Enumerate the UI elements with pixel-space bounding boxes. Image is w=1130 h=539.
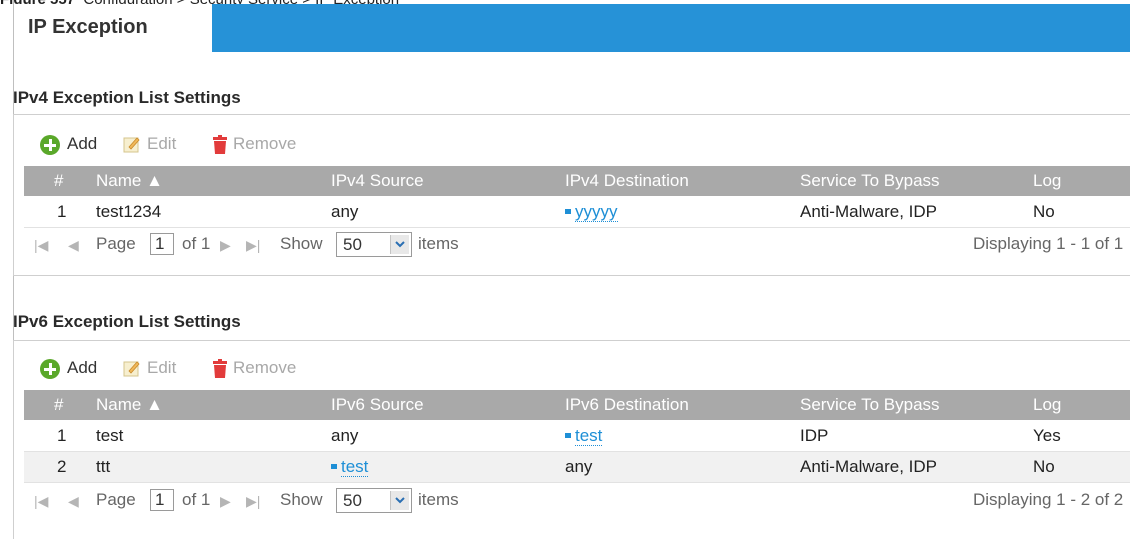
- destination-link[interactable]: test: [575, 426, 603, 446]
- next-page-icon[interactable]: ▶: [220, 493, 231, 510]
- ipv4-add-label: Add: [67, 134, 98, 153]
- col-service-to-bypass[interactable]: Service To Bypass: [800, 395, 940, 415]
- col-service-to-bypass[interactable]: Service To Bypass: [800, 171, 940, 191]
- ipv4-edit-label: Edit: [147, 134, 177, 153]
- cell-name: test: [96, 426, 124, 445]
- object-icon: [565, 433, 571, 439]
- chevron-down-icon: [390, 235, 409, 254]
- last-page-icon[interactable]: ▶|: [246, 237, 260, 254]
- cell-number: 1: [57, 202, 67, 221]
- prev-page-icon[interactable]: ◀: [68, 493, 79, 510]
- table-row[interactable]: 1 test any test IDP Yes: [24, 421, 1130, 452]
- last-page-icon[interactable]: ▶|: [246, 493, 260, 510]
- first-page-icon[interactable]: |◀: [34, 237, 48, 254]
- per-page-value: 50: [343, 491, 362, 510]
- page-of-label: of 1: [182, 234, 211, 253]
- tab-ip-exception[interactable]: IP Exception: [14, 4, 212, 52]
- next-page-icon[interactable]: ▶: [220, 237, 231, 254]
- cell-destination[interactable]: test: [565, 426, 603, 446]
- add-icon: [40, 135, 60, 155]
- page-number-input[interactable]: [150, 489, 174, 511]
- cell-log: No: [1033, 457, 1055, 476]
- col-ipv4-source[interactable]: IPv4 Source: [331, 171, 424, 191]
- cell-name: test1234: [96, 202, 162, 221]
- col-ipv4-destination[interactable]: IPv4 Destination: [565, 171, 689, 191]
- table-row[interactable]: 1 test1234 any yyyyy Anti-Malware, IDP N…: [24, 197, 1130, 228]
- cell-log: No: [1033, 202, 1055, 221]
- per-page-select[interactable]: 50: [336, 232, 412, 257]
- ipv4-pager: |◀ ◀ Page of 1 ▶ ▶| Show 50 items Displa…: [24, 230, 1130, 262]
- tab-label: IP Exception: [28, 16, 148, 38]
- source-link[interactable]: test: [341, 457, 369, 477]
- ipv4-section-title: IPv4 Exception List Settings: [13, 88, 241, 107]
- ipv6-add-label: Add: [67, 358, 98, 377]
- page-number-input[interactable]: [150, 233, 174, 255]
- cell-log: Yes: [1033, 426, 1061, 445]
- show-label: Show: [280, 234, 323, 253]
- tab-bar-band: [192, 4, 1130, 52]
- cell-service: Anti-Malware, IDP: [800, 457, 937, 476]
- table-row[interactable]: 2 ttt test any Anti-Malware, IDP No: [24, 452, 1130, 483]
- trash-icon: [213, 359, 227, 378]
- cell-number: 1: [57, 426, 67, 445]
- prev-page-icon[interactable]: ◀: [68, 237, 79, 254]
- cell-destination: any: [565, 457, 593, 476]
- edit-icon: [123, 361, 140, 377]
- tab-wedge: [192, 4, 212, 52]
- cell-source[interactable]: test: [331, 457, 369, 477]
- ipv4-toolbar: Add Edit Remove: [24, 132, 444, 160]
- col-log[interactable]: Log: [1033, 171, 1061, 191]
- ipv6-pager: |◀ ◀ Page of 1 ▶ ▶| Show 50 items Displa…: [24, 486, 1130, 518]
- col-name[interactable]: Name ▲: [96, 171, 163, 191]
- cell-source: any: [331, 202, 359, 221]
- object-icon: [331, 464, 337, 470]
- displaying-status: Displaying 1 - 2 of 2: [973, 490, 1124, 509]
- col-name[interactable]: Name ▲: [96, 395, 163, 415]
- col-ipv6-source[interactable]: IPv6 Source: [331, 395, 424, 415]
- object-icon: [565, 209, 571, 215]
- cell-destination[interactable]: yyyyy: [565, 202, 618, 222]
- first-page-icon[interactable]: |◀: [34, 493, 48, 510]
- ipv4-remove-label: Remove: [233, 134, 297, 153]
- tab-bar: IP Exception: [14, 4, 1130, 52]
- col-ipv6-destination[interactable]: IPv6 Destination: [565, 395, 689, 415]
- ipv6-table-header: # Name ▲ IPv6 Source IPv6 Destination Se…: [24, 390, 1130, 420]
- cell-name: ttt: [96, 457, 111, 476]
- per-page-value: 50: [343, 235, 362, 254]
- cell-service: IDP: [800, 426, 829, 445]
- items-label: items: [418, 234, 459, 253]
- col-number[interactable]: #: [54, 171, 63, 191]
- col-log[interactable]: Log: [1033, 395, 1061, 415]
- ipv6-edit-label: Edit: [147, 358, 177, 377]
- ipv6-section-title: IPv6 Exception List Settings: [13, 312, 241, 331]
- add-icon: [40, 359, 60, 379]
- cell-service: Anti-Malware, IDP: [800, 202, 937, 221]
- cell-source: any: [331, 426, 359, 445]
- ipv4-table-header: # Name ▲ IPv4 Source IPv4 Destination Se…: [24, 166, 1130, 196]
- cell-number: 2: [57, 457, 67, 476]
- ipv6-toolbar: Add Edit Remove: [24, 356, 444, 384]
- edit-icon: [123, 137, 140, 153]
- chevron-down-icon: [390, 491, 409, 510]
- page-label: Page: [96, 234, 136, 253]
- show-label: Show: [280, 490, 323, 509]
- page-of-label: of 1: [182, 490, 211, 509]
- displaying-status: Displaying 1 - 1 of 1: [973, 234, 1124, 253]
- ipv6-remove-label: Remove: [233, 358, 297, 377]
- trash-icon: [213, 135, 227, 154]
- destination-link[interactable]: yyyyy: [575, 202, 618, 222]
- col-number[interactable]: #: [54, 395, 63, 415]
- page-label: Page: [96, 490, 136, 509]
- items-label: items: [418, 490, 459, 509]
- per-page-select[interactable]: 50: [336, 488, 412, 513]
